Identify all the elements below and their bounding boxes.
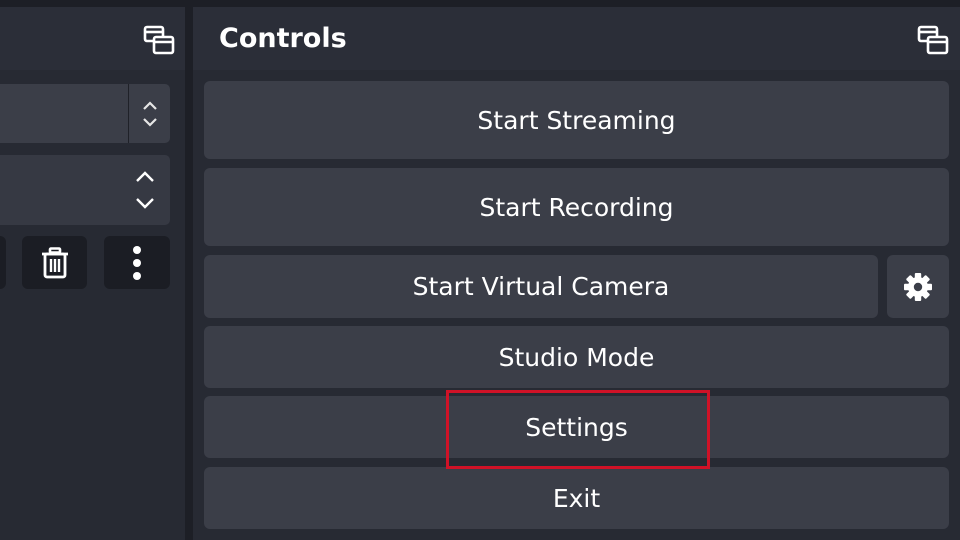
left-dock-undock-button[interactable] [142,23,176,57]
start-virtual-camera-button[interactable]: Start Virtual Camera [204,255,878,318]
combo-spin-button[interactable] [129,84,170,143]
left-dock [0,7,185,540]
virtual-camera-settings-button[interactable] [887,255,949,318]
exit-button[interactable]: Exit [204,467,949,529]
combo-spin-button[interactable] [124,155,166,225]
scene-combobox[interactable] [0,84,170,143]
controls-dock-title: Controls [219,23,347,54]
chevron-updown-icon [136,171,154,209]
undock-icon [917,25,949,55]
start-streaming-button[interactable]: Start Streaming [204,81,949,159]
chevron-updown-icon [142,100,157,127]
controls-dock-titlebar: Controls [193,7,960,70]
more-vertical-icon [133,245,141,280]
trash-icon [41,246,68,278]
tool-button-partial[interactable] [0,236,6,289]
start-recording-button[interactable]: Start Recording [204,168,949,246]
delete-button[interactable] [22,236,87,289]
app-window: Controls Start Streaming Start Recording… [0,0,960,540]
undock-icon [143,25,175,55]
controls-dock: Controls Start Streaming Start Recording… [193,7,960,540]
gear-icon [904,272,932,301]
source-combobox[interactable] [0,155,170,225]
studio-mode-button[interactable]: Studio Mode [204,326,949,388]
controls-dock-undock-button[interactable] [916,23,950,57]
more-options-button[interactable] [104,236,170,289]
settings-button[interactable]: Settings [204,396,949,458]
